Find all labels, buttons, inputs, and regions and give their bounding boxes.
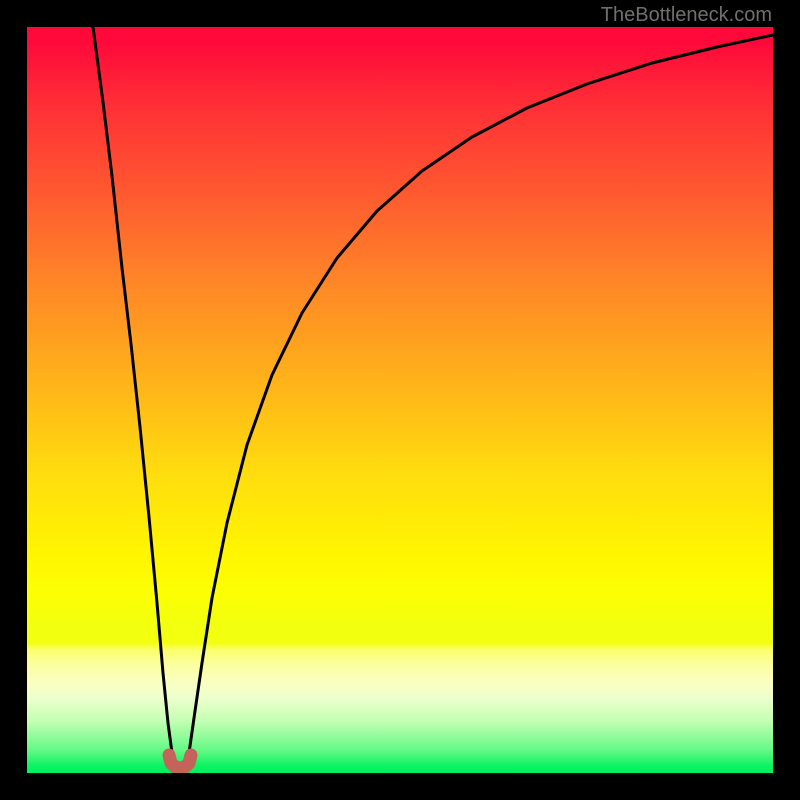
series-trough-marker bbox=[169, 755, 191, 768]
series-right-branch bbox=[189, 35, 773, 753]
watermark-text: TheBottleneck.com bbox=[601, 4, 772, 27]
curve-overlay bbox=[27, 27, 773, 773]
chart-area bbox=[27, 27, 773, 773]
series-left-branch bbox=[93, 27, 172, 753]
